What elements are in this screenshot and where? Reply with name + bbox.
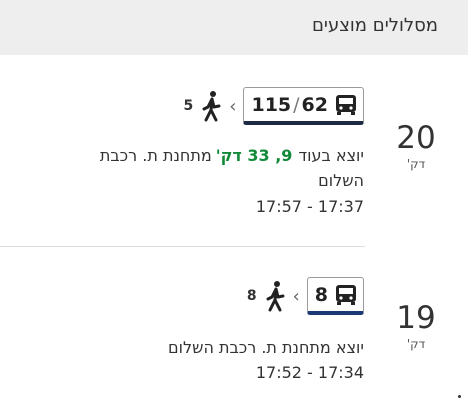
bus-lines-chip: 115/62: [243, 87, 364, 125]
departure-minutes: 9, 33 דק': [215, 146, 293, 165]
page-title: מסלולים מוצעים: [311, 15, 438, 36]
walk-minutes: 8: [246, 288, 257, 304]
walk-icon: [202, 91, 221, 122]
route-option-1[interactable]: 20 דק' 5 ‹ 115/62 יוצא בעוד9, 33 דק'מתחנ…: [0, 80, 468, 246]
route-option-2[interactable]: 19 דק' 8 ‹ 8 יוצא מתחנת ת. רכבת השלום 17…: [0, 270, 468, 400]
route-times: 17:52 - 17:34: [255, 363, 364, 382]
walk-icon: [266, 281, 285, 312]
chevron-left-icon: ‹: [292, 285, 300, 307]
bus-line-a: 115: [251, 93, 292, 116]
chevron-left-icon: ‹: [229, 95, 237, 117]
duration-value: 20: [396, 120, 436, 156]
route-duration: 19 דק': [394, 300, 438, 352]
duration-value: 19: [396, 300, 436, 336]
line-separator: /: [293, 93, 300, 116]
bus-line-b: 62: [301, 93, 328, 116]
route-divider: [0, 246, 365, 247]
departure-info: יוצא בעוד9, 33 דק'מתחנת ת. רכבת השלום: [74, 143, 364, 193]
suggested-routes-header: מסלולים מוצעים: [0, 0, 468, 55]
route-times: 17:57 - 17:37: [255, 197, 364, 216]
departure-info: יוצא מתחנת ת. רכבת השלום: [168, 338, 364, 357]
bus-line-numbers: 115/62: [251, 94, 328, 116]
bus-icon: [336, 284, 356, 305]
route-duration: 20 דק': [394, 120, 438, 172]
bus-lines-chip: 8: [306, 277, 364, 315]
duration-unit: דק': [406, 337, 426, 351]
route-legs: 5 ‹ 115/62: [184, 86, 364, 126]
bus-icon: [336, 94, 356, 115]
bus-line-a: 8: [314, 283, 328, 306]
route-legs: 8 ‹ 8: [247, 276, 364, 316]
walk-minutes: 5: [183, 98, 194, 114]
duration-unit: דק': [406, 157, 426, 171]
scroll-indicator-dot: [458, 395, 461, 398]
departure-prefix: יוצא בעוד: [298, 146, 364, 165]
